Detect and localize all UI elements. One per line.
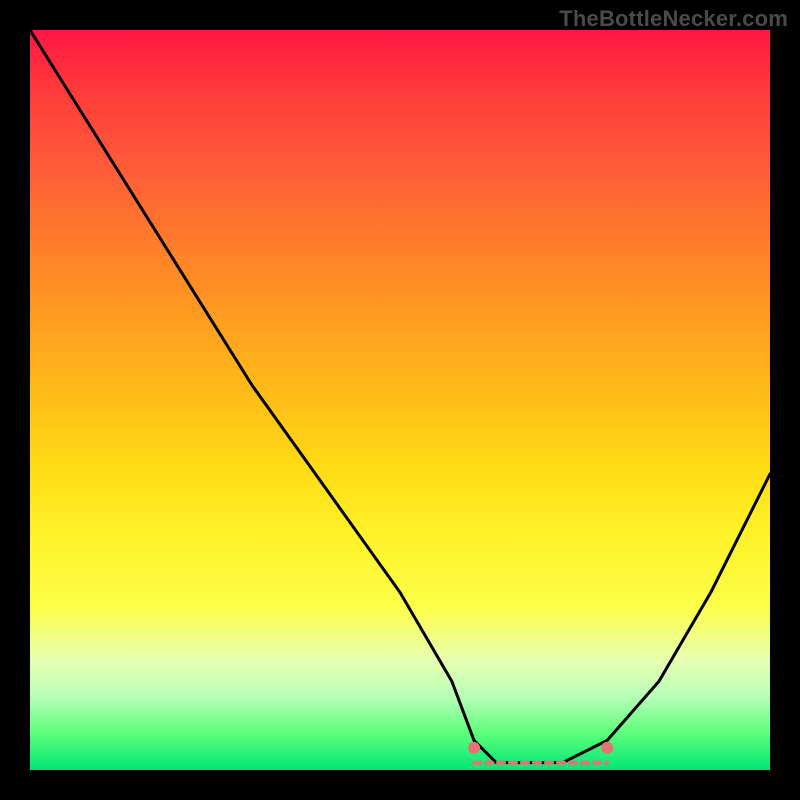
flat-region-start-dot (468, 742, 480, 754)
curve-group (30, 30, 770, 763)
flat-region-end-dot (601, 742, 613, 754)
plot-area (30, 30, 770, 770)
chart-frame: TheBottleNecker.com (0, 0, 800, 800)
flat-region-group (468, 742, 613, 763)
watermark-text: TheBottleNecker.com (559, 6, 788, 32)
bottleneck-curve-svg (30, 30, 770, 770)
bottleneck-curve-path (30, 30, 770, 763)
